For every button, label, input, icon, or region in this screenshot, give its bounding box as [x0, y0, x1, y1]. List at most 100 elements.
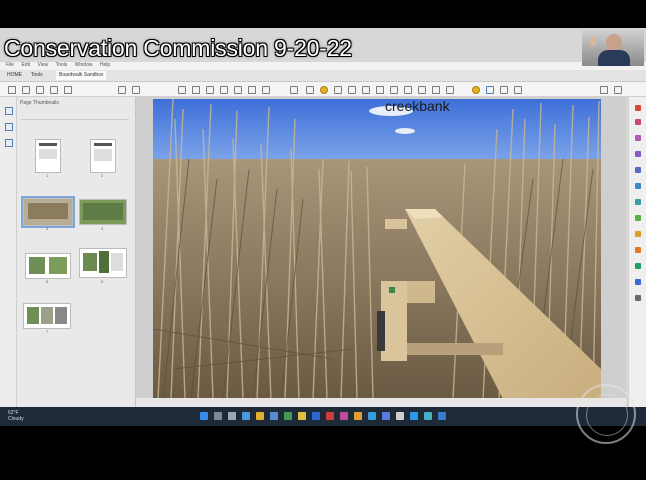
- link-icon[interactable]: [500, 86, 508, 94]
- zoom-app-icon[interactable]: [382, 412, 390, 420]
- optimize-icon[interactable]: [635, 263, 641, 269]
- page-thumbnail-1[interactable]: [35, 139, 61, 173]
- rotate-icon[interactable]: [234, 86, 242, 94]
- fill-sign-icon[interactable]: [635, 231, 641, 237]
- excel-icon[interactable]: [284, 412, 292, 420]
- photos-icon[interactable]: [438, 412, 446, 420]
- line-icon[interactable]: [390, 86, 398, 94]
- more-tools-icon[interactable]: [635, 279, 641, 285]
- weather-condition: Cloudy: [8, 416, 24, 422]
- outlook-icon[interactable]: [410, 412, 418, 420]
- organize-icon[interactable]: [635, 183, 641, 189]
- home-icon[interactable]: [8, 86, 16, 94]
- attachments-icon[interactable]: [5, 139, 13, 147]
- tab-tools[interactable]: Tools: [28, 71, 46, 80]
- edge-icon[interactable]: [242, 412, 250, 420]
- menu-item-help[interactable]: Help: [100, 62, 110, 68]
- tools-pane: [628, 97, 646, 407]
- app-icon[interactable]: [340, 412, 348, 420]
- menu-item-view[interactable]: View: [37, 62, 48, 68]
- task-view-icon[interactable]: [228, 412, 236, 420]
- word-icon[interactable]: [312, 412, 320, 420]
- page-thumbnail-6[interactable]: [79, 248, 127, 278]
- participant-video[interactable]: [582, 30, 644, 66]
- comment-tool-icon[interactable]: [635, 151, 641, 157]
- bookmarks-icon[interactable]: [5, 123, 13, 131]
- hand-icon[interactable]: [192, 86, 200, 94]
- polygon-icon[interactable]: [446, 86, 454, 94]
- attach-icon[interactable]: [514, 86, 522, 94]
- notes-icon[interactable]: [354, 412, 362, 420]
- search-taskbar-icon[interactable]: [214, 412, 222, 420]
- status-bar: [136, 398, 626, 407]
- teams-icon[interactable]: [368, 412, 376, 420]
- search-icon[interactable]: [64, 86, 72, 94]
- tab-home[interactable]: HOME: [4, 71, 25, 80]
- windows-taskbar: 62°F Cloudy: [0, 407, 646, 426]
- marquee-icon[interactable]: [220, 86, 228, 94]
- zoom-out-icon[interactable]: [118, 86, 126, 94]
- print-icon[interactable]: [50, 86, 58, 94]
- edit-icon[interactable]: [262, 86, 270, 94]
- page-thumbnail-3[interactable]: [21, 196, 75, 228]
- combine-icon[interactable]: [635, 167, 641, 173]
- page-number: 2: [101, 173, 104, 178]
- menu-item-window[interactable]: Window: [75, 62, 93, 68]
- arrow-icon[interactable]: [404, 86, 412, 94]
- page-thumbnail-7[interactable]: [23, 303, 71, 329]
- share-icon[interactable]: [600, 86, 608, 94]
- menu-item-file[interactable]: File: [6, 62, 14, 68]
- select-icon[interactable]: [178, 86, 186, 94]
- zoom-icon[interactable]: [206, 86, 214, 94]
- highlight-icon[interactable]: [320, 86, 328, 94]
- thumbnail-toolbar: [21, 112, 129, 120]
- upload-icon[interactable]: [36, 86, 44, 94]
- zoom-in-icon[interactable]: [132, 86, 140, 94]
- oval-icon[interactable]: [432, 86, 440, 94]
- page-thumbnails-panel: Page Thumbnails 1 2 3 4 5 6 7: [17, 97, 136, 407]
- photo-caption: creekbank: [385, 98, 450, 114]
- mail-icon[interactable]: [270, 412, 278, 420]
- meeting-title: Conservation Commission 9-20-22: [4, 35, 352, 61]
- comment-icon[interactable]: [306, 86, 314, 94]
- acrobat-icon[interactable]: [326, 412, 334, 420]
- page-number: 1: [46, 173, 49, 178]
- page-thumbnail-5[interactable]: [25, 253, 71, 279]
- file-explorer-icon[interactable]: [256, 412, 264, 420]
- chrome-icon[interactable]: [298, 412, 306, 420]
- weather-widget[interactable]: 62°F Cloudy: [8, 410, 24, 422]
- reed-marsh-image: [153, 99, 601, 399]
- menu-item-edit[interactable]: Edit: [21, 62, 30, 68]
- thumbnails-icon[interactable]: [5, 107, 13, 115]
- menu-item-tools[interactable]: Tools: [56, 62, 68, 68]
- send-icon[interactable]: [635, 247, 641, 253]
- rectangle-icon[interactable]: [418, 86, 426, 94]
- tab-document[interactable]: Boardwalk Sandbox: [56, 71, 107, 80]
- stamp-icon[interactable]: [290, 86, 298, 94]
- menu-bar: File Edit View Tools Window Help: [0, 62, 646, 70]
- settings-icon[interactable]: [614, 86, 622, 94]
- fill-icon[interactable]: [486, 86, 494, 94]
- page-number: 5: [46, 279, 49, 284]
- page-thumbnail-2[interactable]: [90, 139, 116, 173]
- panel-title: Page Thumbnails: [20, 100, 59, 106]
- page-thumbnail-4[interactable]: [79, 199, 127, 225]
- settings-taskbar-icon[interactable]: [396, 412, 404, 420]
- pencil-icon[interactable]: [362, 86, 370, 94]
- eraser-icon[interactable]: [376, 86, 384, 94]
- protect-icon[interactable]: [635, 215, 641, 221]
- page-number: 6: [101, 279, 104, 284]
- create-pdf-icon[interactable]: [635, 135, 641, 141]
- underline-icon[interactable]: [334, 86, 342, 94]
- redact-icon[interactable]: [635, 199, 641, 205]
- strikeout-icon[interactable]: [348, 86, 356, 94]
- windows-start-icon[interactable]: [200, 412, 208, 420]
- edit-pdf-icon[interactable]: [635, 119, 641, 125]
- export-pdf-icon[interactable]: [635, 105, 641, 111]
- page-number: 3: [46, 226, 49, 231]
- customize-icon[interactable]: [635, 295, 641, 301]
- bookmark-icon[interactable]: [22, 86, 30, 94]
- store-icon[interactable]: [424, 412, 432, 420]
- color-picker-icon[interactable]: [472, 86, 480, 94]
- text-icon[interactable]: [248, 86, 256, 94]
